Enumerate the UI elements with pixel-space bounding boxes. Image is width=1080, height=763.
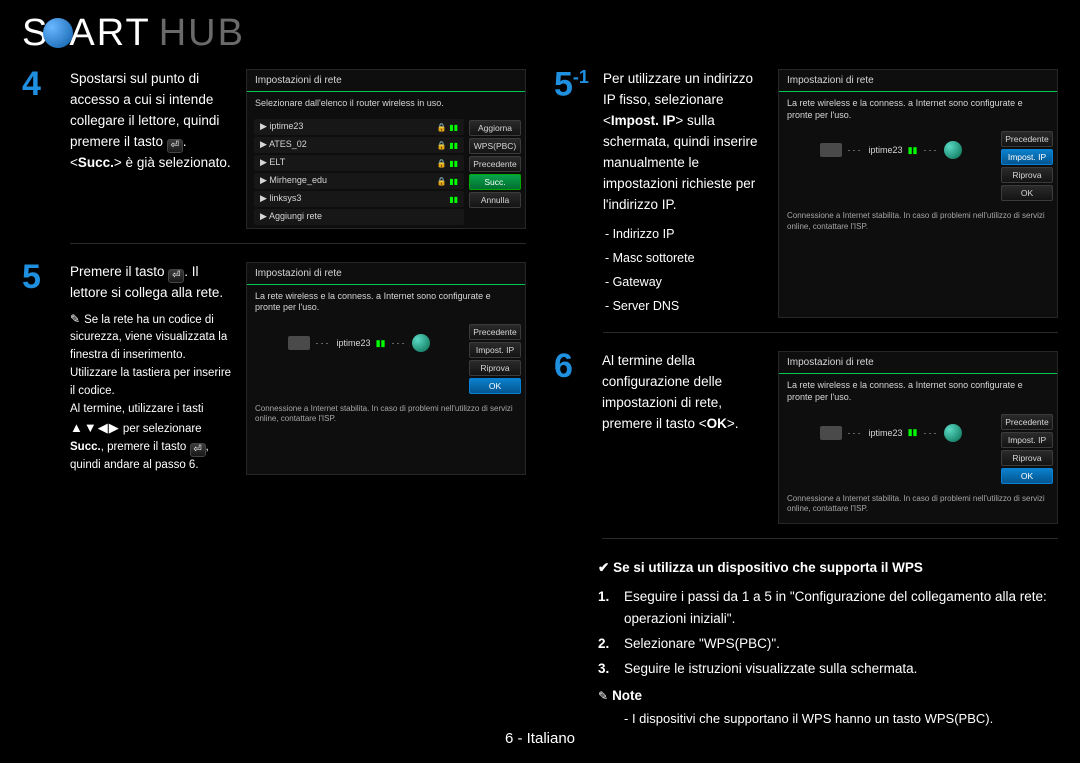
step51-text: Per utilizzare un indirizzo IP fisso, se… [603,69,764,318]
note-icon: ✎ [598,686,608,706]
mock-subtitle: La rete wireless e la conness. a Interne… [779,92,1057,127]
device-icon [820,143,842,157]
step5-text: Premere il tasto ⏎. Il lettore si colleg… [70,262,232,475]
mock-button-ok: OK [1001,468,1053,484]
mock-screen-impost-ip: Impostazioni di rete La rete wireless e … [778,69,1058,318]
mock-subtitle: La rete wireless e la conness. a Interne… [247,285,525,320]
step-number-5: 5 [22,262,56,489]
wifi-item: ▶ Aggiungi rete [254,209,464,225]
mock-title: Impostazioni di rete [247,263,525,285]
step4-text: Spostarsi sul punto di accesso a cui si … [70,69,232,229]
mock-button: Impost. IP [1001,432,1053,448]
wifi-item: ▶ Mirhenge_edu🔒 ▮▮ [254,173,464,189]
mock-button: Precedente [1001,131,1053,147]
step-number-5-1: 5-1 [554,69,589,333]
globe-icon [944,141,962,159]
mock-button: Annulla [469,192,521,208]
mock-button-ok: OK [469,378,521,394]
mock-button: Aggiorna [469,120,521,136]
mock-footer-text: Connessione a Internet stabilita. In cas… [779,488,1057,523]
mock-button-impost: Impost. IP [1001,149,1053,165]
wps-heading: Se si utilizza un dispositivo che suppor… [598,557,1058,580]
mock-button: Riprova [1001,167,1053,183]
wps-note-label: Note [612,688,642,703]
device-icon [820,426,842,440]
mock-button: Riprova [1001,450,1053,466]
wps-section: Se si utilizza un dispositivo che suppor… [598,557,1058,731]
mock-subtitle: La rete wireless e la conness. a Interne… [779,374,1057,409]
mock-screen-connected-ok: Impostazioni di rete La rete wireless e … [246,262,526,475]
globe-icon [412,334,430,352]
mock-screen-network-list: Impostazioni di rete Selezionare dall'el… [246,69,526,229]
enter-icon: ⏎ [190,443,206,457]
mock-footer-text: Connessione a Internet stabilita. In cas… [779,205,1057,240]
right-column: 5-1 Per utilizzare un indirizzo IP fisso… [554,69,1058,730]
mock-button: WPS(PBC) [469,138,521,154]
wifi-item: ▶ ATES_02🔒 ▮▮ [254,137,464,153]
mock-title: Impostazioni di rete [247,70,525,92]
wps-note-text: I dispositivi che supportano il WPS hann… [632,711,993,726]
wps-step-3: Seguire le istruzioni visualizzate sulla… [624,658,917,681]
mock-button: Impost. IP [469,342,521,358]
globe-icon [944,424,962,442]
wps-step-2: Selezionare "WPS(PBC)". [624,633,780,656]
wps-step-1: Eseguire i passi da 1 a 5 in "Configuraz… [624,586,1058,632]
left-column: 4 Spostarsi sul punto di accesso a cui s… [22,69,526,730]
mock-footer-text: Connessione a Internet stabilita. In cas… [247,398,525,433]
mock-button: Precedente [469,156,521,172]
wifi-item: ▶ linksys3▮▮ [254,191,464,207]
mock-button: Precedente [1001,414,1053,430]
page-logo: SARTHUB [0,0,1080,63]
page-footer: 6 - Italiano [0,730,1080,747]
mock-screen-connected-ok2: Impostazioni di rete La rete wireless e … [778,351,1058,523]
mock-button: OK [1001,185,1053,201]
wifi-item: ▶ ELT🔒 ▮▮ [254,155,464,171]
step-number-6: 6 [554,351,588,538]
mock-subtitle: Selezionare dall'elenco il router wirele… [247,92,525,116]
step6-text: Al termine della configurazione delle im… [602,351,764,523]
wifi-item: ▶ iptime23🔒 ▮▮ [254,119,464,135]
step-number-4: 4 [22,69,56,244]
arrow-keys-icon: ▲▼◀▶ [70,420,120,435]
enter-icon: ⏎ [167,139,183,153]
enter-icon: ⏎ [168,269,184,283]
mock-button: Precedente [469,324,521,340]
note-icon: ✎ [70,310,80,329]
device-icon [288,336,310,350]
mock-button: Riprova [469,360,521,376]
mock-title: Impostazioni di rete [779,70,1057,92]
mock-button-succ: Succ. [469,174,521,190]
mock-title: Impostazioni di rete [779,352,1057,374]
